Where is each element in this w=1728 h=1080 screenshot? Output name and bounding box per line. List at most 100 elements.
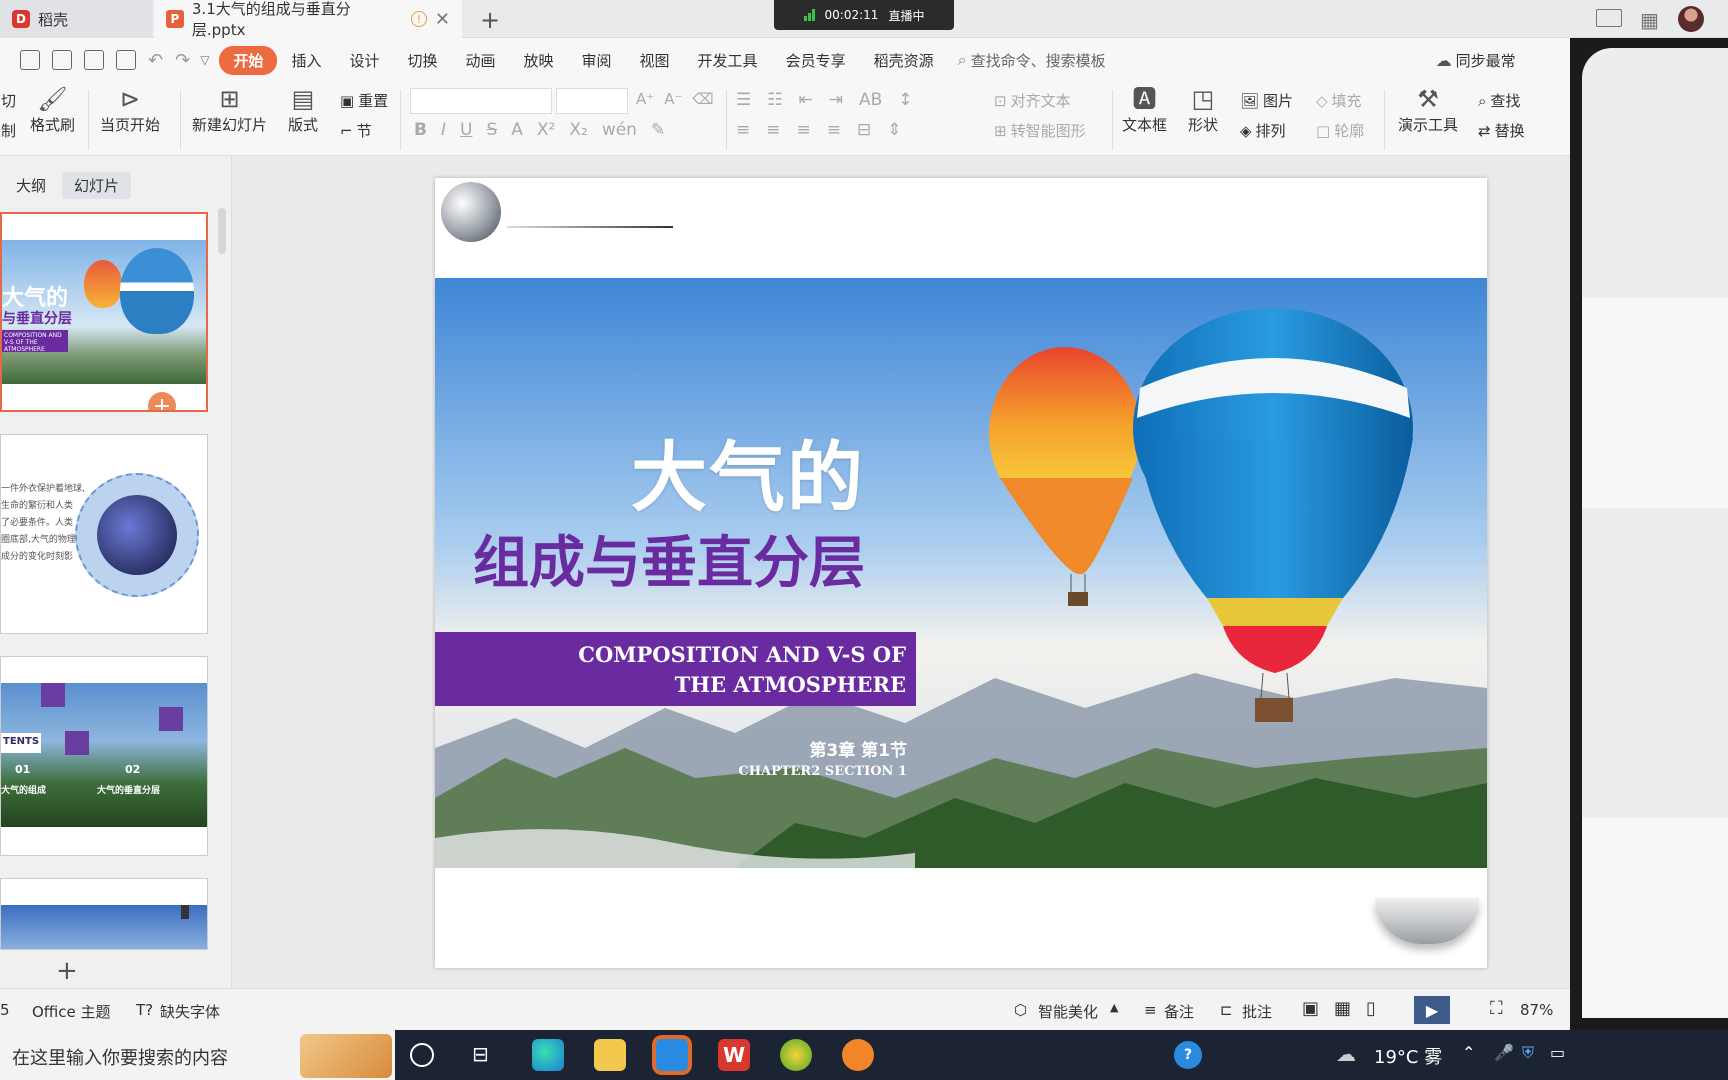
camera-app-icon[interactable] <box>842 1039 874 1071</box>
distribute-icon[interactable]: ⊟ <box>857 120 871 140</box>
battery-icon[interactable]: ▭ <box>1550 1043 1565 1062</box>
theme-name[interactable]: Office 主题 <box>32 1001 111 1022</box>
align-text-button[interactable]: ⊡ 对齐文本 <box>994 90 1071 111</box>
command-search[interactable]: 查找命令、搜索模板 <box>971 50 1106 71</box>
strikethrough-icon[interactable]: S <box>486 120 497 140</box>
find-button[interactable]: ⌕ 查找 <box>1478 90 1520 111</box>
font-size-select[interactable] <box>556 88 628 114</box>
menu-member[interactable]: 会员专享 <box>772 50 860 71</box>
panel-scrollbar[interactable] <box>218 208 226 254</box>
layout-switch-icon[interactable] <box>1596 9 1622 27</box>
music-app-icon[interactable] <box>780 1039 812 1071</box>
slide-canvas[interactable]: 大气的 组成与垂直分层 COMPOSITION AND V-S OF THE A… <box>435 178 1487 968</box>
align-left-icon[interactable]: ≡ <box>736 120 750 140</box>
cut-button[interactable]: 剪切 <box>0 90 16 111</box>
increase-font-icon[interactable]: A⁺ <box>636 90 654 108</box>
underline-icon[interactable]: U <box>460 120 472 140</box>
weather-text[interactable]: 19°C 雾 <box>1374 1043 1442 1069</box>
cortana-icon[interactable] <box>410 1043 434 1067</box>
section-button[interactable]: ⌐ 节 <box>340 120 372 141</box>
avatar[interactable] <box>1678 6 1704 32</box>
clear-format-icon[interactable]: ⌫ <box>692 90 713 108</box>
format-painter-button[interactable]: 🖌 格式刷 <box>30 84 75 135</box>
bullet-list-icon[interactable]: ☰ <box>736 90 751 110</box>
fit-window-icon[interactable]: ⛶ <box>1490 998 1503 1019</box>
shape-button[interactable]: ◳ 形状 <box>1188 84 1218 135</box>
beautify-arrow-icon[interactable]: ▲ <box>1110 1001 1118 1014</box>
menu-design[interactable]: 设计 <box>335 50 393 71</box>
close-tab-icon[interactable]: ✕ <box>435 9 450 30</box>
edge-icon[interactable] <box>532 1039 564 1071</box>
play-from-current-button[interactable]: ⊳ 当页开始 <box>100 84 160 135</box>
line-spacing-icon[interactable]: ↕ <box>898 90 912 110</box>
wps-icon[interactable]: W <box>718 1039 750 1071</box>
slide-thumbnail-1[interactable]: 大气的 与垂直分层 COMPOSITION AND V-S OF THE ATM… <box>0 212 208 412</box>
textbox-button[interactable]: 🅰 文本框 <box>1122 84 1167 135</box>
undo-icon[interactable]: ↶ <box>148 50 163 71</box>
notes-button[interactable]: 备注 <box>1164 1001 1194 1022</box>
text-direction-icon[interactable]: AB <box>859 90 882 110</box>
paragraph-spacing-icon[interactable]: ⇕ <box>887 120 901 140</box>
feishu-icon[interactable] <box>656 1039 688 1071</box>
redo-icon[interactable]: ↷ <box>175 50 190 71</box>
menu-developer[interactable]: 开发工具 <box>684 50 772 71</box>
slide-thumbnail-4[interactable] <box>0 878 208 950</box>
tab-outline[interactable]: 大纲 <box>4 172 58 199</box>
numbered-list-icon[interactable]: ☷ <box>767 90 782 110</box>
add-slide-icon[interactable]: + <box>148 392 176 410</box>
font-color-icon[interactable]: A <box>511 120 523 140</box>
fill-button[interactable]: ◇ 填充 <box>1316 90 1362 111</box>
italic-icon[interactable]: I <box>441 120 446 140</box>
menu-home[interactable]: 开始 <box>219 45 278 75</box>
highlight-icon[interactable]: ✎ <box>651 120 665 140</box>
replace-button[interactable]: ⇄ 替换 <box>1478 120 1525 141</box>
align-right-icon[interactable]: ≡ <box>797 120 811 140</box>
layout-button[interactable]: ▤ 版式 <box>288 84 318 135</box>
slide-thumbnail-3[interactable]: TENTS 01 02 大气的组成 大气的垂直分层 <box>0 656 208 856</box>
save-icon[interactable] <box>20 50 40 70</box>
menu-insert[interactable]: 插入 <box>277 50 335 71</box>
chapter-en[interactable]: CHAPTER2 SECTION 1 <box>655 764 907 779</box>
reset-button[interactable]: ▣ 重置 <box>340 90 388 111</box>
quick-access-dropdown-icon[interactable]: ▽ <box>200 53 209 67</box>
beautify-button[interactable]: 智能美化 <box>1038 1001 1098 1022</box>
tab-slides[interactable]: 幻灯片 <box>62 172 132 199</box>
defender-icon[interactable]: ⛨ <box>1522 1043 1534 1063</box>
copy-button[interactable]: 复制 <box>0 120 16 141</box>
normal-view-icon[interactable]: ▣ <box>1302 998 1319 1019</box>
new-slide-button[interactable]: ⊞ 新建幻灯片 <box>192 84 267 135</box>
document-tab[interactable]: P 3.1大气的组成与垂直分层.pptx ! ✕ <box>154 0 462 39</box>
zoom-level[interactable]: 87% <box>1520 1001 1553 1019</box>
superscript-icon[interactable]: X² <box>537 120 555 140</box>
font-family-select[interactable] <box>410 88 552 114</box>
justify-icon[interactable]: ≡ <box>827 120 841 140</box>
outdent-icon[interactable]: ⇤ <box>799 90 813 110</box>
print-preview-icon[interactable] <box>116 50 136 70</box>
task-view-icon[interactable]: ⊟ <box>472 1042 489 1066</box>
indent-icon[interactable]: ⇥ <box>829 90 843 110</box>
slide-thumbnail-2[interactable]: 一件外衣保护着地球, 生命的繁衍和人类 了必要条件。人类 圈底部,大气的物理 成… <box>0 434 208 634</box>
menu-animations[interactable]: 动画 <box>451 50 509 71</box>
print-icon[interactable] <box>84 50 104 70</box>
menu-view[interactable]: 视图 <box>626 50 684 71</box>
subtitle-banner[interactable]: COMPOSITION AND V-S OF THE ATMOSPHERE <box>435 632 916 706</box>
subscript-icon[interactable]: X₂ <box>569 120 587 140</box>
decrease-font-icon[interactable]: A⁻ <box>664 90 682 108</box>
arrange-button[interactable]: ◈ 排列 <box>1240 120 1286 141</box>
menu-docer[interactable]: 稻壳资源 <box>860 50 948 71</box>
align-center-icon[interactable]: ≡ <box>766 120 780 140</box>
play-slideshow-icon[interactable]: ▶ <box>1414 996 1450 1024</box>
menu-transitions[interactable]: 切换 <box>393 50 451 71</box>
picture-button[interactable]: 🖼 图片 <box>1240 90 1293 111</box>
tray-chevron-icon[interactable]: ⌃ <box>1462 1043 1475 1062</box>
microphone-icon[interactable]: 🎤 <box>1494 1043 1514 1062</box>
slide-title-line-1[interactable]: 大气的 <box>585 416 865 526</box>
missing-font-button[interactable]: 缺失字体 <box>160 1001 220 1022</box>
sorter-view-icon[interactable]: ▦ <box>1334 998 1351 1019</box>
slide-title-line-2[interactable]: 组成与垂直分层 <box>465 518 865 599</box>
home-tab[interactable]: D 稻壳 <box>0 0 152 38</box>
sync-label[interactable]: 同步最常 <box>1456 50 1516 71</box>
reading-view-icon[interactable]: ▯ <box>1366 998 1376 1019</box>
chapter-cn[interactable]: 第3章 第1节 <box>685 736 907 761</box>
menu-slideshow[interactable]: 放映 <box>510 50 568 71</box>
